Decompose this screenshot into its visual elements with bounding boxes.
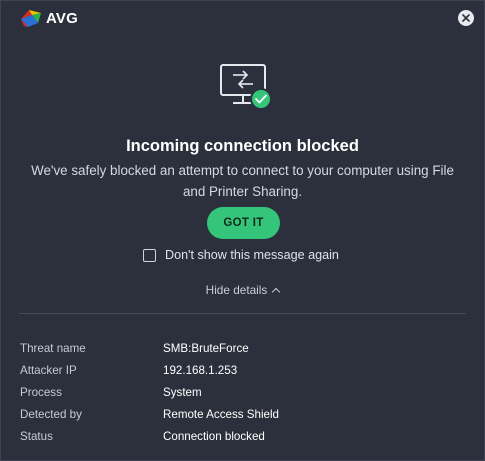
avg-logo-icon (21, 10, 41, 27)
detail-key: Process (20, 385, 62, 399)
alert-message: We've safely blocked an attempt to conne… (31, 163, 454, 199)
checkbox-box[interactable] (143, 248, 156, 262)
blocked-connection-monitor-icon (220, 64, 272, 110)
divider (19, 313, 466, 314)
detail-row-threat-name: Threat name SMB:BruteForce (20, 337, 279, 359)
alert-headline: Incoming connection blocked (126, 137, 359, 155)
detail-value: 192.168.1.253 (163, 363, 238, 377)
hide-details-label: Hide details (205, 283, 268, 297)
detail-row-attacker-ip: Attacker IP 192.168.1.253 (20, 359, 279, 381)
close-icon (462, 14, 470, 22)
got-it-button[interactable]: GOT IT (207, 207, 280, 239)
dont-show-again-label: Don't show this message again (165, 248, 339, 262)
detail-value: System (163, 385, 202, 399)
detail-key: Threat name (20, 341, 86, 355)
close-button[interactable] (458, 10, 474, 26)
title-bar: AVG (1, 1, 484, 37)
brand-name: AVG (46, 10, 78, 27)
avg-logo: AVG (20, 9, 78, 28)
detail-value: SMB:BruteForce (163, 341, 249, 355)
detail-row-status: Status Connection blocked (20, 425, 279, 447)
check-badge-icon (250, 88, 272, 110)
detail-key: Attacker IP (20, 363, 77, 377)
detail-value: Connection blocked (163, 429, 265, 443)
detail-row-detected-by: Detected by Remote Access Shield (20, 403, 279, 425)
detail-key: Status (20, 429, 53, 443)
avg-alert-window: AVG Incoming connection blocked We've sa… (0, 0, 485, 461)
detail-key: Detected by (20, 407, 82, 421)
detail-row-process: Process System (20, 381, 279, 403)
threat-details: Threat name SMB:BruteForce Attacker IP 1… (20, 337, 279, 447)
hide-details-link[interactable]: Hide details (1, 283, 484, 297)
chevron-up-icon (272, 287, 281, 297)
dont-show-again-checkbox[interactable]: Don't show this message again (143, 248, 339, 262)
detail-value: Remote Access Shield (163, 407, 279, 421)
